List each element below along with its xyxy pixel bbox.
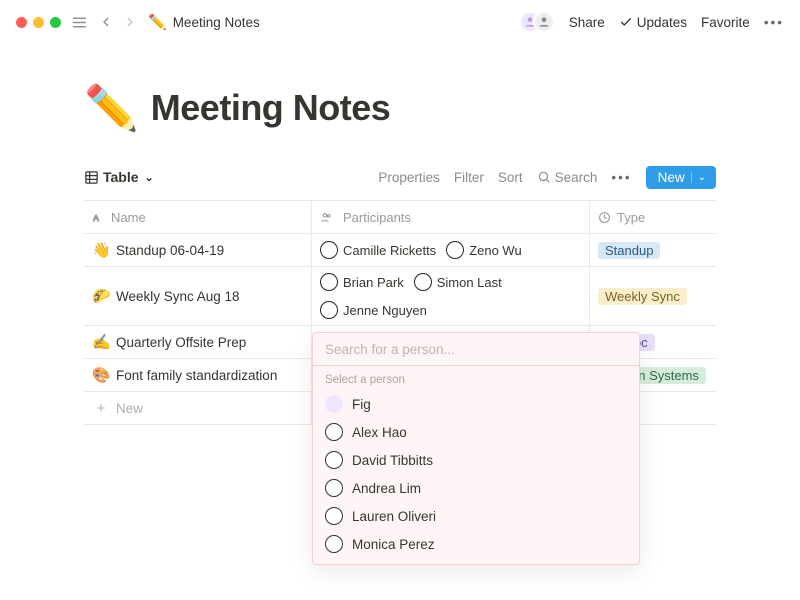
- sort-button[interactable]: Sort: [498, 170, 523, 185]
- participant: Camille Ricketts: [320, 241, 436, 259]
- breadcrumb[interactable]: ✏️ Meeting Notes: [148, 13, 260, 31]
- table-row[interactable]: 👋 Standup 06-04-19 Camille Ricketts Zeno Wu…: [84, 234, 716, 267]
- plus-icon: +: [92, 400, 110, 417]
- cell-name[interactable]: 👋 Standup 06-04-19: [84, 234, 312, 266]
- avatar: [320, 301, 338, 319]
- person-name: Alex Hao: [352, 425, 407, 440]
- avatar: [414, 273, 432, 291]
- page-title-row: ✏️ Meeting Notes: [84, 82, 716, 134]
- column-type[interactable]: Type: [590, 201, 716, 233]
- page: ✏️ Meeting Notes Table ⌄ Properties Filt…: [0, 44, 800, 425]
- avatar: [446, 241, 464, 259]
- view-more-icon[interactable]: •••: [611, 170, 631, 185]
- person-option[interactable]: David Tibbitts: [313, 446, 639, 474]
- page-title[interactable]: Meeting Notes: [151, 87, 391, 129]
- avatar: [320, 273, 338, 291]
- person-search-input[interactable]: [325, 342, 627, 357]
- participant: Zeno Wu: [446, 241, 522, 259]
- breadcrumb-icon: ✏️: [148, 13, 167, 31]
- sidebar-toggle-icon[interactable]: [71, 14, 88, 31]
- row-title: Standup 06-04-19: [116, 243, 224, 258]
- more-menu-icon[interactable]: •••: [764, 15, 784, 30]
- chevron-down-icon: ⌄: [145, 171, 154, 184]
- table-row[interactable]: 🌮 Weekly Sync Aug 18 Brian Park Simon Last J…: [84, 267, 716, 326]
- person-name: Andrea Lim: [352, 481, 421, 496]
- row-icon: 🌮: [92, 287, 110, 305]
- avatar: [325, 507, 343, 525]
- person-search: [313, 333, 639, 366]
- column-name[interactable]: A Name: [84, 201, 312, 233]
- row-title: Quarterly Offsite Prep: [116, 335, 246, 350]
- back-icon[interactable]: [98, 14, 114, 30]
- cell-name[interactable]: ✍️ Quarterly Offsite Prep: [84, 326, 312, 358]
- avatar: [325, 423, 343, 441]
- forward-icon[interactable]: [122, 14, 138, 30]
- person-name: Lauren Oliveri: [352, 509, 436, 524]
- properties-button[interactable]: Properties: [378, 170, 440, 185]
- person-option[interactable]: Monica Perez: [313, 530, 639, 558]
- cell-name[interactable]: 🎨 Font family standardization: [84, 359, 312, 391]
- person-option[interactable]: Alex Hao: [313, 418, 639, 446]
- nav-arrows: [98, 14, 138, 30]
- person-name: Fig: [352, 397, 371, 412]
- chevron-down-icon[interactable]: ⌄: [691, 172, 706, 183]
- cell-type[interactable]: Weekly Sync: [590, 267, 716, 325]
- person-picker-popup: Select a person Fig Alex Hao David Tibbitt…: [312, 332, 640, 565]
- type-tag: Standup: [598, 242, 660, 259]
- cell-participants[interactable]: Camille Ricketts Zeno Wu: [312, 234, 590, 266]
- person-name: David Tibbitts: [352, 453, 433, 468]
- person-name: Monica Perez: [352, 537, 435, 552]
- top-right-actions: Share Updates Favorite •••: [519, 11, 784, 33]
- filter-button[interactable]: Filter: [454, 170, 484, 185]
- person-option[interactable]: Lauren Oliveri: [313, 502, 639, 530]
- search-button[interactable]: Search: [537, 170, 598, 185]
- row-title: Weekly Sync Aug 18: [116, 289, 240, 304]
- person-option[interactable]: Andrea Lim: [313, 474, 639, 502]
- page-icon[interactable]: ✏️: [84, 82, 139, 134]
- cell-type[interactable]: Standup: [590, 234, 716, 266]
- row-icon: 👋: [92, 241, 110, 259]
- favorite-button[interactable]: Favorite: [701, 15, 750, 30]
- maximize-window-icon[interactable]: [50, 17, 61, 28]
- avatar: [325, 535, 343, 553]
- cell-participants[interactable]: Brian Park Simon Last Jenne Nguyen: [312, 267, 590, 325]
- avatar: [320, 241, 338, 259]
- participant: Brian Park: [320, 273, 404, 291]
- window-controls: [16, 17, 61, 28]
- view-actions: Properties Filter Sort Search ••• New ⌄: [378, 166, 716, 189]
- avatar: [325, 451, 343, 469]
- new-button[interactable]: New ⌄: [646, 166, 716, 189]
- minimize-window-icon[interactable]: [33, 17, 44, 28]
- database-view-bar: Table ⌄ Properties Filter Sort Search ••…: [84, 160, 716, 194]
- type-tag: Weekly Sync: [598, 288, 687, 305]
- presence-avatars[interactable]: [519, 11, 555, 33]
- updates-button[interactable]: Updates: [619, 15, 687, 30]
- avatar: [325, 479, 343, 497]
- cell-name[interactable]: 🌮 Weekly Sync Aug 18: [84, 267, 312, 325]
- participant: Jenne Nguyen: [320, 301, 427, 319]
- row-icon: ✍️: [92, 333, 110, 351]
- svg-text:A: A: [93, 212, 99, 222]
- breadcrumb-title: Meeting Notes: [173, 15, 260, 30]
- table-header: A Name Participants Type: [84, 201, 716, 234]
- avatar: [325, 395, 343, 413]
- row-title: Font family standardization: [116, 368, 277, 383]
- participant: Simon Last: [414, 273, 502, 291]
- view-switcher[interactable]: Table ⌄: [84, 169, 154, 185]
- column-participants[interactable]: Participants: [312, 201, 590, 233]
- person-picker-section-label: Select a person: [313, 366, 639, 390]
- share-button[interactable]: Share: [569, 15, 605, 30]
- close-window-icon[interactable]: [16, 17, 27, 28]
- top-bar: ✏️ Meeting Notes Share Updates Favorite …: [0, 0, 800, 44]
- row-icon: 🎨: [92, 366, 110, 384]
- avatar: [533, 11, 555, 33]
- person-option[interactable]: Fig: [313, 390, 639, 418]
